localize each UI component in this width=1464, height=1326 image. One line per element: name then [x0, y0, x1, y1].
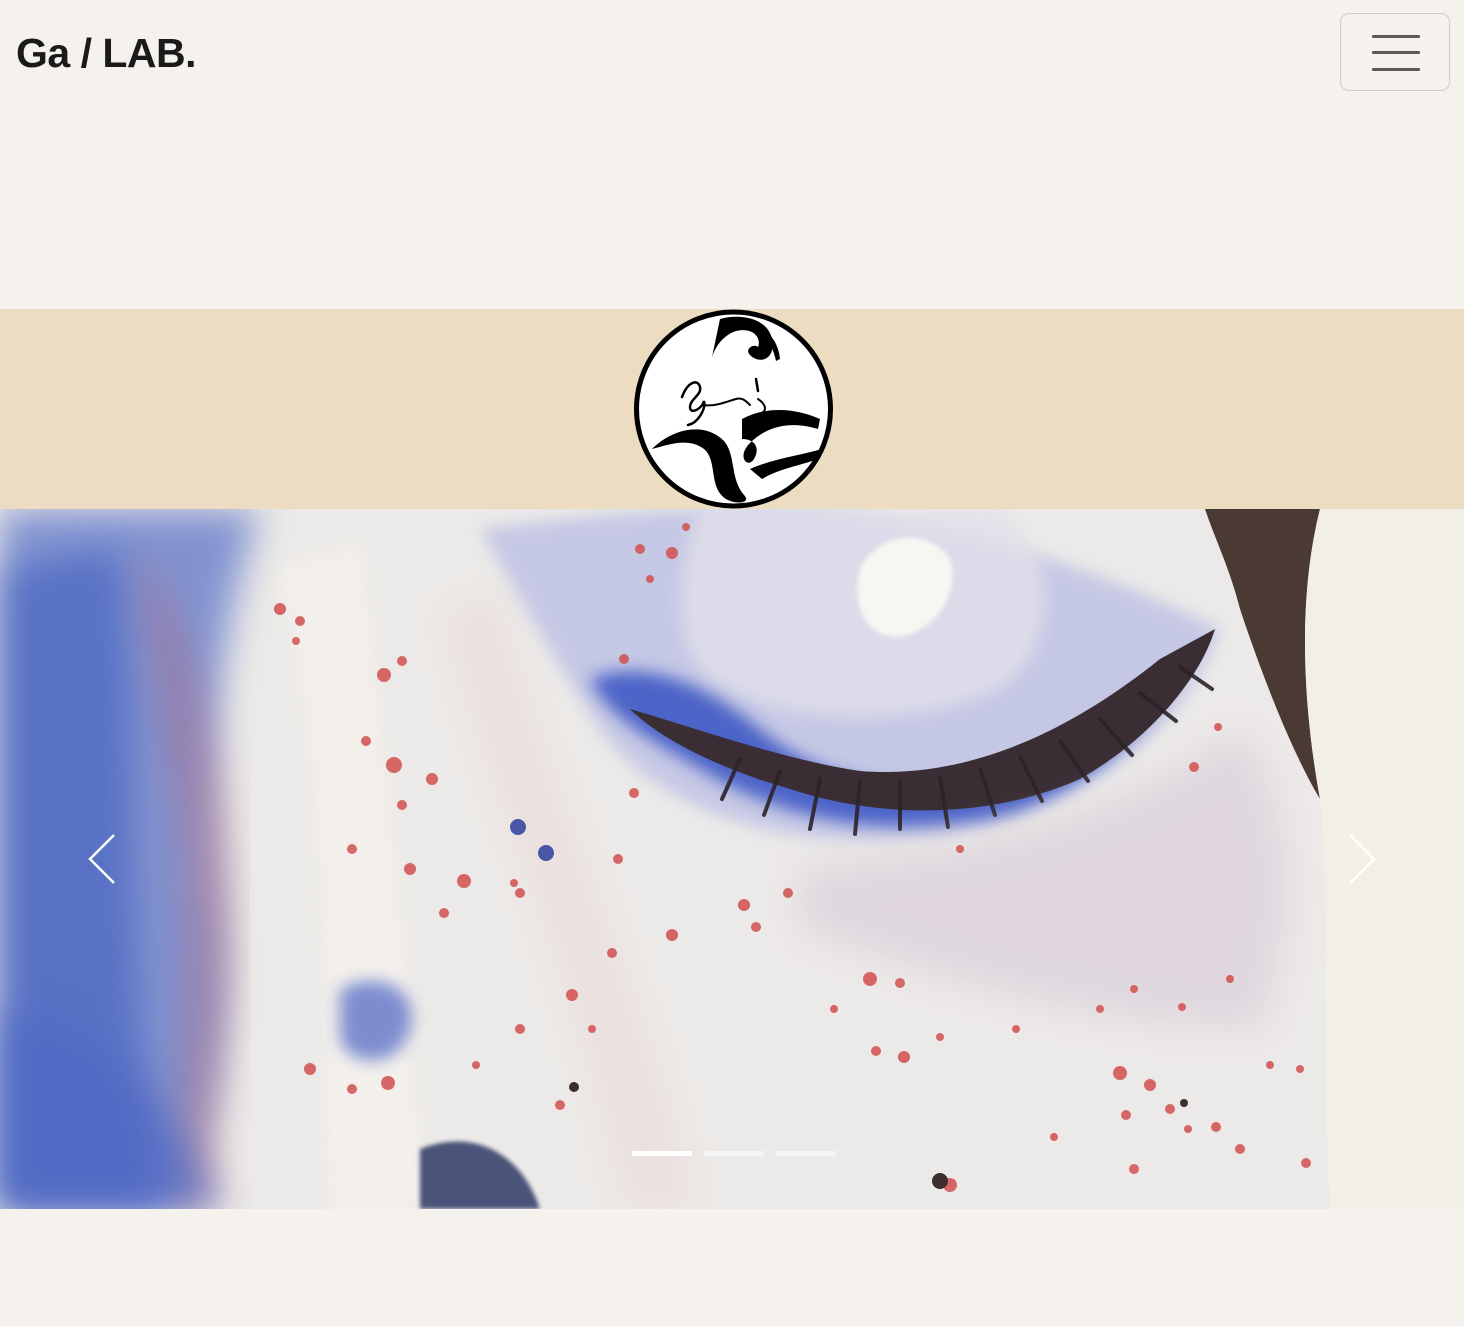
circular-ink-logo [634, 309, 833, 509]
image-carousel[interactable] [0, 509, 1464, 1209]
navbar: Ga / LAB. [0, 0, 1464, 106]
carousel-indicator-1[interactable] [632, 1151, 692, 1156]
logo-banner [0, 309, 1464, 509]
carousel-indicator-2[interactable] [704, 1151, 764, 1156]
watercolor-closed-eye-painting [0, 509, 1464, 1209]
chevron-right-icon [1349, 834, 1376, 884]
carousel-indicators [632, 1151, 836, 1157]
menu-toggle-button[interactable] [1340, 13, 1450, 91]
hamburger-line [1372, 68, 1420, 71]
carousel-next-button[interactable] [1332, 809, 1392, 909]
carousel-prev-button[interactable] [72, 809, 132, 909]
carousel-indicator-3[interactable] [776, 1151, 836, 1156]
brand-logo-text[interactable]: Ga / LAB. [16, 28, 197, 78]
hamburger-menu-icon [1372, 35, 1420, 38]
chevron-left-icon [88, 834, 115, 884]
hamburger-line [1372, 51, 1420, 54]
